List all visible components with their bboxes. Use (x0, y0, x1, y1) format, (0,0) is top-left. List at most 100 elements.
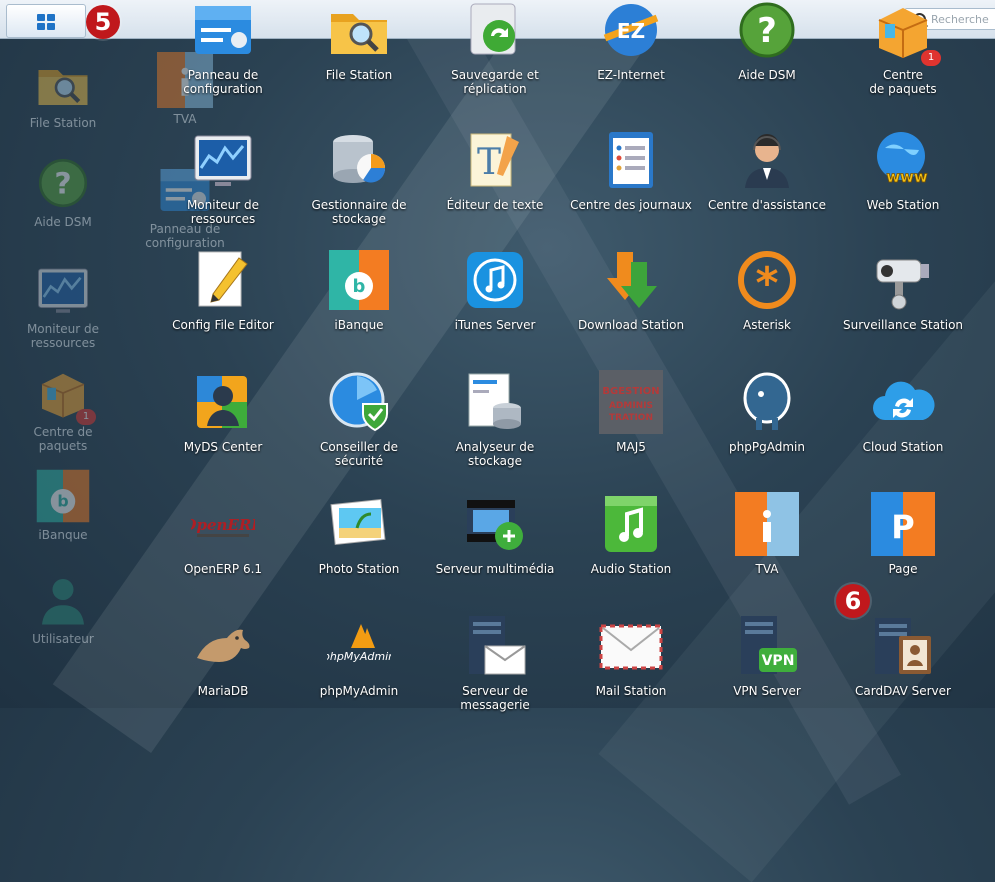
app-label: Config File Editor (172, 318, 274, 332)
main-menu-grid-icon (37, 14, 55, 30)
vpn-server-icon: VPN (735, 614, 799, 678)
phppgadmin-icon (735, 370, 799, 434)
svg-text:?: ? (757, 11, 777, 51)
app-config-file-editor[interactable]: Config File Editor (155, 248, 291, 332)
app-ibanque[interactable]: b iBanque (291, 248, 427, 332)
svg-text:T: T (477, 142, 501, 183)
app-label: Serveur multimédia (435, 562, 555, 576)
help-icon: ? (35, 155, 91, 211)
app-backup[interactable]: Sauvegarde et réplication (427, 0, 563, 96)
desktop-shortcut-help[interactable]: ? Aide DSM (8, 155, 118, 229)
app-package-center[interactable]: 1 Centre de paquets (835, 0, 971, 96)
app-phppgadmin[interactable]: phpPgAdmin (699, 370, 835, 454)
text-editor-icon: T (463, 128, 527, 192)
app-label: Centre d'assistance (708, 198, 826, 212)
tva-icon (735, 492, 799, 556)
app-maj5[interactable]: BGESTION ADMINIS TRATION MAJ5 (563, 370, 699, 454)
control-panel-icon (191, 0, 255, 62)
cloud-station-icon (871, 370, 935, 434)
app-vpn-server[interactable]: VPN VPN Server (699, 614, 835, 698)
myds-center-icon (191, 370, 255, 434)
config-file-editor-icon (191, 248, 255, 312)
app-tva[interactable]: TVA (699, 492, 835, 576)
svg-text:phpMyAdmin: phpMyAdmin (327, 650, 391, 663)
desktop-shortcut-folder-search[interactable]: File Station (8, 56, 118, 130)
svg-text:b: b (57, 492, 68, 511)
openerp-icon: OpenERP (183, 492, 263, 556)
notification-badge: 1 (76, 409, 96, 425)
app-text-editor[interactable]: T Éditeur de texte (427, 128, 563, 212)
app-log-center[interactable]: Centre des journaux (563, 128, 699, 212)
app-label: Sauvegarde et réplication (451, 68, 539, 96)
desktop-shortcut-user[interactable]: Utilisateur (8, 572, 118, 646)
app-mariadb[interactable]: MariaDB (155, 614, 291, 698)
app-ez-internet[interactable]: EZ EZ-Internet (563, 0, 699, 82)
app-label: MyDS Center (183, 440, 263, 454)
app-support-center[interactable]: Centre d'assistance (699, 128, 835, 212)
storage-analyzer-icon (463, 370, 527, 434)
app-openerp[interactable]: OpenERP OpenERP 6.1 (155, 492, 291, 576)
app-cloud-station[interactable]: Cloud Station (835, 370, 971, 454)
svg-text:ADMINIS: ADMINIS (609, 401, 653, 411)
phpmyadmin-icon: phpMyAdmin (322, 614, 395, 678)
app-audio-station[interactable]: Audio Station (563, 492, 699, 576)
desktop-shortcut-label: Aide DSM (34, 215, 92, 229)
app-label: VPN Server (733, 684, 801, 698)
desktop-shortcut-resource-monitor[interactable]: Moniteur de ressources (8, 262, 118, 350)
asterisk-icon: * (735, 248, 799, 312)
app-folder-search[interactable]: File Station (291, 0, 427, 82)
app-storage-manager[interactable]: Gestionnaire de stockage (291, 128, 427, 226)
svg-text:www: www (886, 168, 928, 186)
package-center-icon: 1 (871, 0, 941, 66)
mail-station-icon (599, 614, 663, 678)
desktop-shortcut-ibanque[interactable]: b iBanque (8, 468, 118, 542)
svg-text:OpenERP: OpenERP (191, 516, 255, 534)
svg-text:BGESTION: BGESTION (602, 386, 659, 397)
app-label: iBanque (334, 318, 384, 332)
app-label: File Station (325, 68, 393, 82)
app-download-station[interactable]: Download Station (563, 248, 699, 332)
backup-icon (463, 0, 527, 62)
download-station-icon (599, 248, 663, 312)
app-myds-center[interactable]: MyDS Center (155, 370, 291, 454)
app-itunes-server[interactable]: iTunes Server (427, 248, 563, 332)
app-label: Aide DSM (738, 68, 796, 82)
desktop-shortcut-label: Panneau de configuration (145, 222, 225, 250)
desktop-shortcut-label: Centre de paquets (33, 425, 93, 453)
app-surveillance-station[interactable]: Surveillance Station (835, 248, 971, 332)
app-page[interactable]: P Page (835, 492, 971, 576)
app-label: Gestionnaire de stockage (311, 198, 407, 226)
app-mail-station[interactable]: Mail Station (563, 614, 699, 698)
resource-monitor-icon (191, 128, 255, 192)
app-photo-station[interactable]: Photo Station (291, 492, 427, 576)
app-label: MAJ5 (616, 440, 646, 454)
app-control-panel[interactable]: Panneau de configuration (155, 0, 291, 96)
app-carddav-server[interactable]: CardDAV Server (835, 614, 971, 698)
audio-station-icon (599, 492, 663, 556)
app-resource-monitor[interactable]: Moniteur de ressources (155, 128, 291, 226)
app-label: Audio Station (590, 562, 672, 576)
app-help[interactable]: ? Aide DSM (699, 0, 835, 82)
app-storage-analyzer[interactable]: Analyseur de stockage (427, 370, 563, 468)
svg-text:b: b (353, 276, 366, 297)
app-phpmyadmin[interactable]: phpMyAdmin phpMyAdmin (291, 614, 427, 698)
app-label: Photo Station (318, 562, 400, 576)
callout-marker-6: 6 (836, 584, 870, 618)
resource-monitor-icon (35, 262, 91, 318)
app-security-advisor[interactable]: Conseiller de sécurité (291, 370, 427, 468)
app-media-server[interactable]: Serveur multimédia (427, 492, 563, 576)
app-web-station[interactable]: www Web Station (835, 128, 971, 212)
maj5-icon: BGESTION ADMINIS TRATION (599, 370, 663, 434)
app-asterisk[interactable]: * Asterisk (699, 248, 835, 332)
app-label: Asterisk (742, 318, 792, 332)
carddav-server-icon (871, 614, 935, 678)
storage-manager-icon (327, 128, 391, 192)
desktop-shortcut-package-center[interactable]: Centre de paquets 1 (8, 365, 118, 453)
svg-text:EZ: EZ (617, 19, 645, 43)
app-mail-server[interactable]: Serveur de messagerie (427, 614, 563, 712)
app-label: MariaDB (197, 684, 249, 698)
main-menu-button[interactable] (6, 4, 86, 38)
media-server-icon (463, 492, 527, 556)
security-advisor-icon (327, 370, 391, 434)
log-center-icon (599, 128, 663, 192)
